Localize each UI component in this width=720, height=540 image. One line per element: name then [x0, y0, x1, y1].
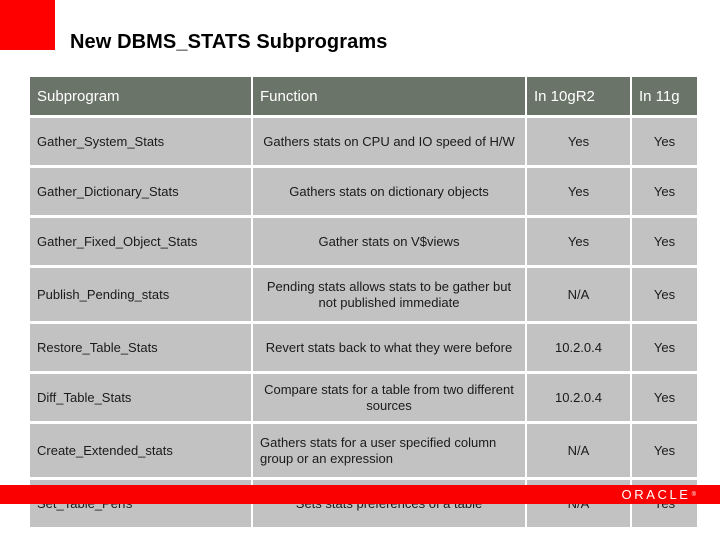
cell-in-11g: Yes — [632, 374, 697, 421]
cell-in-11g: Yes — [632, 268, 697, 321]
table-row: Diff_Table_Stats Compare stats for a tab… — [30, 374, 697, 421]
cell-function: Gather stats on V$views — [253, 218, 525, 265]
subprograms-table: Subprogram Function In 10gR2 In 11g Gath… — [28, 74, 699, 530]
cell-in-11g: Yes — [632, 324, 697, 371]
footer-bar — [0, 485, 720, 504]
cell-function: Compare stats for a table from two diffe… — [253, 374, 525, 421]
table-body: Gather_System_Stats Gathers stats on CPU… — [30, 118, 697, 527]
column-header-in-11g: In 11g — [632, 77, 697, 115]
corner-accent-mark — [0, 0, 55, 50]
cell-function: Gathers stats on CPU and IO speed of H/W — [253, 118, 525, 165]
cell-in-10gr2: 10.2.0.4 — [527, 374, 630, 421]
cell-in-11g: Yes — [632, 424, 697, 477]
cell-in-10gr2: N/A — [527, 268, 630, 321]
table-row: Gather_Fixed_Object_Stats Gather stats o… — [30, 218, 697, 265]
cell-in-10gr2: N/A — [527, 424, 630, 477]
oracle-logo: ORACLE ® — [622, 486, 696, 503]
table-row: Gather_System_Stats Gathers stats on CPU… — [30, 118, 697, 165]
cell-subprogram: Gather_Fixed_Object_Stats — [30, 218, 251, 265]
cell-function: Revert stats back to what they were befo… — [253, 324, 525, 371]
cell-function: Gathers stats for a user specified colum… — [253, 424, 525, 477]
table-header: Subprogram Function In 10gR2 In 11g — [30, 77, 697, 115]
cell-subprogram: Gather_Dictionary_Stats — [30, 168, 251, 215]
table-row: Gather_Dictionary_Stats Gathers stats on… — [30, 168, 697, 215]
cell-in-11g: Yes — [632, 218, 697, 265]
cell-in-10gr2: Yes — [527, 218, 630, 265]
table-row: Publish_Pending_stats Pending stats allo… — [30, 268, 697, 321]
cell-subprogram: Create_Extended_stats — [30, 424, 251, 477]
table-row: Restore_Table_Stats Revert stats back to… — [30, 324, 697, 371]
cell-function: Pending stats allows stats to be gather … — [253, 268, 525, 321]
cell-subprogram: Diff_Table_Stats — [30, 374, 251, 421]
cell-in-11g: Yes — [632, 168, 697, 215]
cell-in-10gr2: 10.2.0.4 — [527, 324, 630, 371]
cell-subprogram: Restore_Table_Stats — [30, 324, 251, 371]
oracle-logo-text: ORACLE — [621, 487, 691, 502]
column-header-subprogram: Subprogram — [30, 77, 251, 115]
cell-in-11g: Yes — [632, 118, 697, 165]
cell-in-10gr2: Yes — [527, 168, 630, 215]
column-header-function: Function — [253, 77, 525, 115]
cell-in-10gr2: Yes — [527, 118, 630, 165]
cell-subprogram: Publish_Pending_stats — [30, 268, 251, 321]
table-header-row: Subprogram Function In 10gR2 In 11g — [30, 77, 697, 115]
cell-subprogram: Gather_System_Stats — [30, 118, 251, 165]
cell-function: Gathers stats on dictionary objects — [253, 168, 525, 215]
table-row: Create_Extended_stats Gathers stats for … — [30, 424, 697, 477]
trademark-symbol: ® — [691, 491, 696, 498]
column-header-in-10gr2: In 10gR2 — [527, 77, 630, 115]
page-title: New DBMS_STATS Subprograms — [70, 31, 388, 53]
